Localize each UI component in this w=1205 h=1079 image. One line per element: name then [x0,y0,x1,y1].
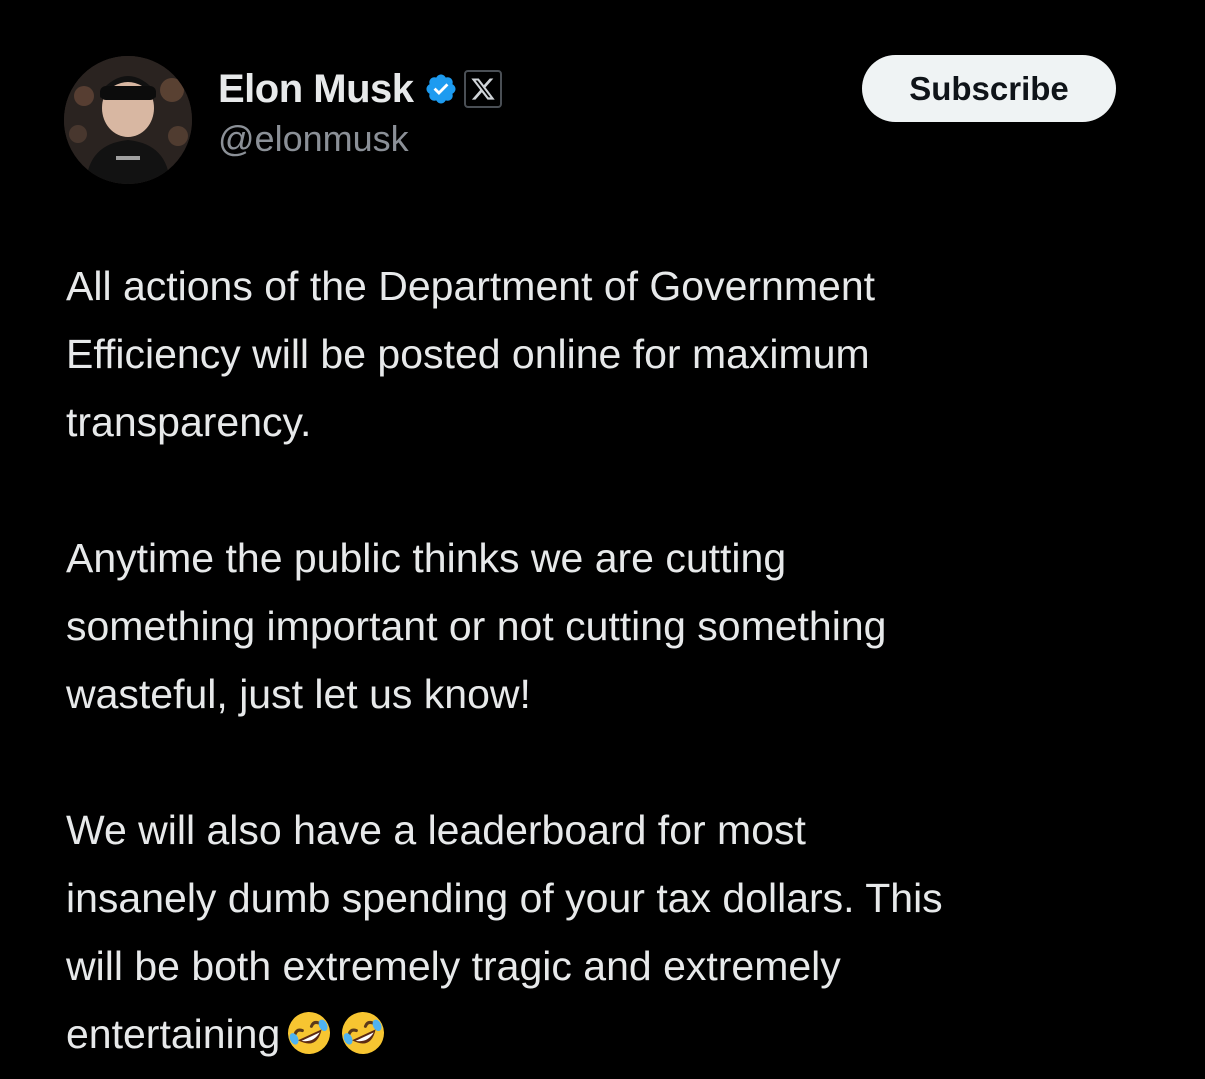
post-paragraph: We will also have a leaderboard for most… [66,807,943,1057]
post-paragraph: Anytime the public thinks we are cutting… [66,535,887,717]
subscribe-button[interactable]: Subscribe [862,55,1116,122]
rolling-on-floor-laughing-emoji-icon [338,1008,388,1058]
post-paragraph-last: We will also have a leaderboard for most… [66,796,1176,1068]
avatar-image [64,56,192,184]
author-handle[interactable]: @elonmusk [218,118,502,160]
name-row: Elon Musk [218,64,502,114]
author-block: Elon Musk @elonmusk [218,64,502,160]
avatar[interactable] [64,56,192,184]
rolling-on-floor-laughing-emoji-icon [284,1008,334,1058]
verified-badge-icon [424,72,458,106]
x-logo-icon [463,70,502,108]
post-paragraph: All actions of the Department of Governm… [66,263,876,445]
post-card: Elon Musk @elonmusk Subscribe All action… [0,0,1205,1079]
author-display-name[interactable]: Elon Musk [218,67,414,112]
post-text: All actions of the Department of Governm… [66,252,1176,1068]
